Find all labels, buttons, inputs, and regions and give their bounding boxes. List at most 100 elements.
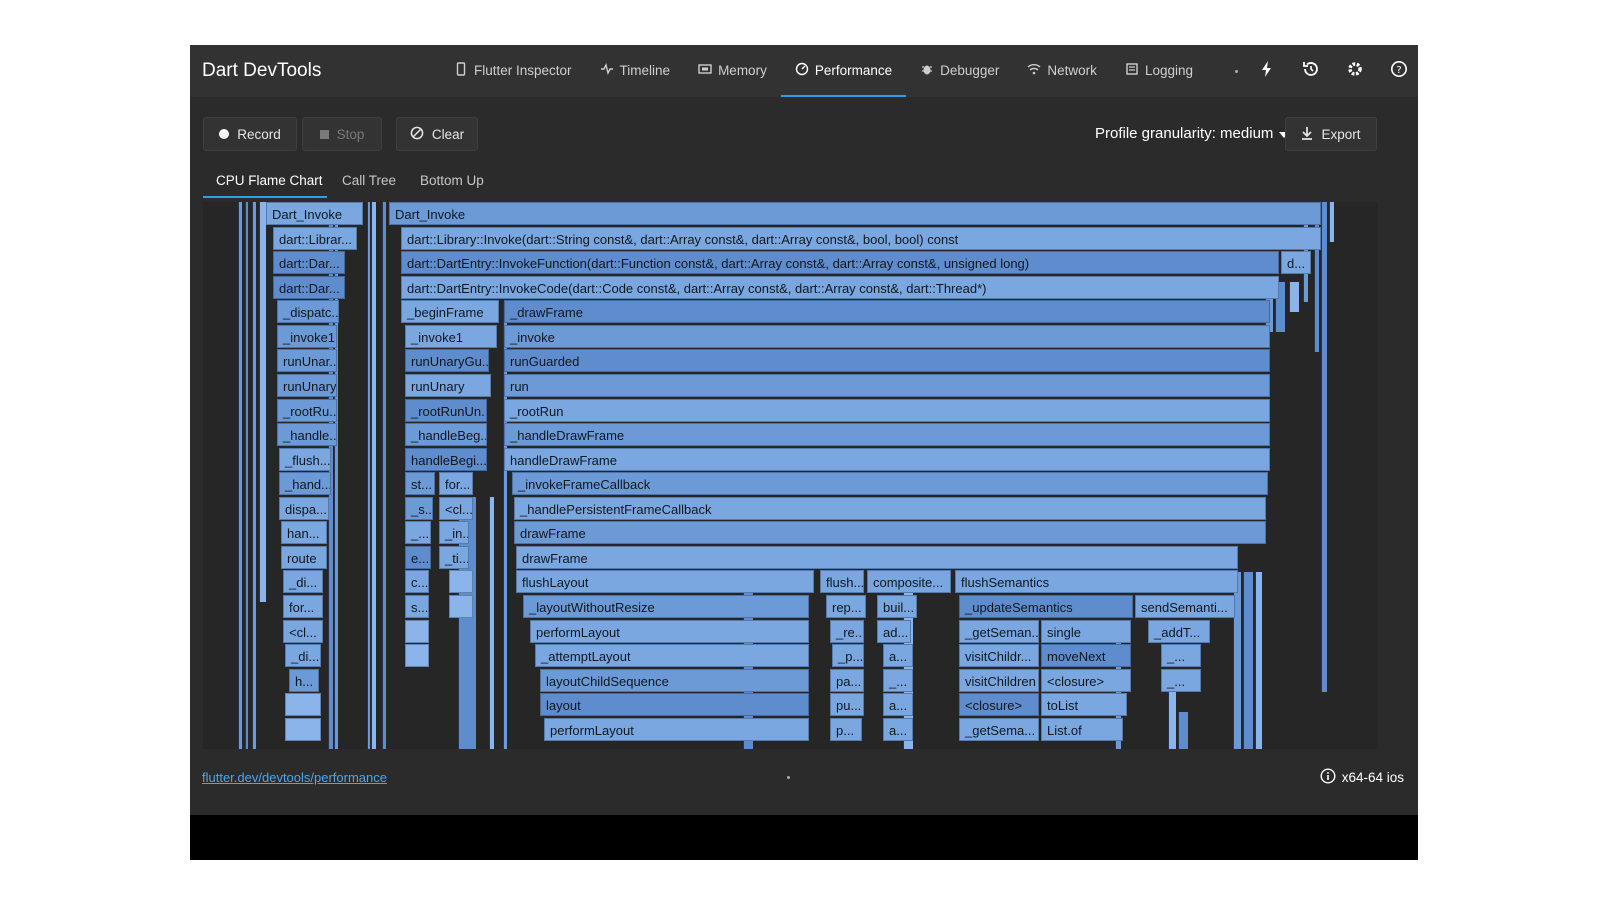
flame-frame[interactable]: dart::DartEntry::InvokeFunction(dart::Fu… <box>401 251 1279 274</box>
flame-frame[interactable]: single <box>1041 620 1131 643</box>
flame-frame[interactable]: dart::Dar... <box>273 251 345 274</box>
flame-frame[interactable]: e... <box>405 546 431 569</box>
flame-frame[interactable]: <cl... <box>283 620 323 643</box>
gear-icon[interactable] <box>1346 60 1364 83</box>
flame-frame[interactable]: a... <box>883 693 913 716</box>
stop-button[interactable]: Stop <box>302 117 382 151</box>
record-button[interactable]: Record <box>203 117 297 151</box>
flame-frame[interactable]: _invoke1 <box>277 325 337 348</box>
flame-frame[interactable]: buil... <box>877 595 917 618</box>
flame-frame[interactable]: d... <box>1281 251 1311 274</box>
flame-frame[interactable] <box>405 620 429 643</box>
flame-frame[interactable]: <cl... <box>439 497 473 520</box>
flame-frame[interactable]: p... <box>830 718 862 741</box>
flame-frame[interactable]: _drawFrame <box>504 300 1270 323</box>
tab-flutter-inspector[interactable]: Flutter Inspector <box>440 45 586 95</box>
flame-frame[interactable]: <closure> <box>959 693 1039 716</box>
flame-frame[interactable]: drawFrame <box>516 546 1238 569</box>
flame-frame[interactable]: han... <box>281 521 327 544</box>
flame-frame[interactable]: a... <box>883 718 913 741</box>
flame-frame[interactable]: _in... <box>439 521 469 544</box>
flame-frame[interactable]: flushLayout <box>516 570 814 593</box>
flame-frame[interactable]: for... <box>283 595 323 618</box>
tab-timeline[interactable]: Timeline <box>586 45 685 95</box>
flame-frame[interactable]: _getSeman... <box>959 620 1039 643</box>
flame-frame[interactable]: _rootRu... <box>277 399 337 422</box>
flame-frame[interactable]: _rootRun <box>504 399 1270 422</box>
flame-frame[interactable]: toList <box>1041 693 1127 716</box>
flame-frame[interactable]: s... <box>405 595 429 618</box>
profile-granularity-dropdown[interactable]: Profile granularity: medium <box>1095 125 1290 142</box>
flame-frame[interactable]: layout <box>540 693 809 716</box>
flame-frame[interactable] <box>285 693 321 716</box>
flame-frame[interactable]: _di... <box>285 644 321 667</box>
flame-frame[interactable]: _... <box>883 669 913 692</box>
bolt-icon[interactable] <box>1258 60 1276 83</box>
flame-frame[interactable]: _handleDrawFrame <box>504 423 1270 446</box>
flame-frame[interactable]: _dispatc... <box>277 300 339 323</box>
info-icon[interactable] <box>1320 768 1336 787</box>
flame-frame[interactable]: dart::Dar... <box>273 276 345 299</box>
tab-cpu-flame-chart[interactable]: CPU Flame Chart <box>216 173 323 188</box>
flame-frame[interactable]: _... <box>1161 669 1201 692</box>
export-button[interactable]: Export <box>1285 117 1377 151</box>
flame-frame[interactable]: _handlePersistentFrameCallback <box>514 497 1266 520</box>
flame-frame[interactable]: _attemptLayout <box>535 644 809 667</box>
flame-frame[interactable]: pa... <box>830 669 864 692</box>
flame-frame[interactable]: _di... <box>283 570 323 593</box>
flame-frame[interactable]: runUnar... <box>277 349 337 372</box>
flame-frame[interactable]: _invoke1 <box>405 325 497 348</box>
flame-frame[interactable]: dart::Library::Invoke(dart::String const… <box>401 227 1321 250</box>
tab-debugger[interactable]: Debugger <box>906 45 1013 95</box>
flame-frame[interactable]: dart::DartEntry::InvokeCode(dart::Code c… <box>401 276 1279 299</box>
flame-frame[interactable] <box>449 595 473 618</box>
tab-logging[interactable]: Logging <box>1111 45 1207 95</box>
flame-frame[interactable]: for... <box>439 472 473 495</box>
tab-memory[interactable]: Memory <box>684 45 781 95</box>
flame-frame[interactable]: _flush... <box>279 448 331 471</box>
flame-frame[interactable]: sendSemanti... <box>1135 595 1235 618</box>
flame-frame[interactable]: _hand... <box>279 472 331 495</box>
flame-frame[interactable]: _... <box>1161 644 1201 667</box>
flame-frame[interactable]: pu... <box>830 693 864 716</box>
flame-frame[interactable]: a... <box>883 644 913 667</box>
flame-frame[interactable]: handleDrawFrame <box>504 448 1270 471</box>
tab-network[interactable]: Network <box>1013 45 1111 95</box>
flame-frame[interactable]: route <box>281 546 327 569</box>
flame-frame[interactable]: _invokeFrameCallback <box>512 472 1268 495</box>
flame-frame[interactable]: c... <box>405 570 429 593</box>
flame-frame[interactable]: List.of <box>1041 718 1123 741</box>
clear-button[interactable]: Clear <box>396 117 478 151</box>
flame-frame[interactable]: _handle... <box>277 423 337 446</box>
flame-frame[interactable]: _invoke <box>504 325 1270 348</box>
tab-performance[interactable]: Performance <box>780 45 907 97</box>
flame-frame[interactable]: _s... <box>405 497 433 520</box>
flame-frame[interactable]: st... <box>405 472 435 495</box>
flame-frame[interactable] <box>449 570 473 593</box>
flame-frame[interactable]: runGuarded <box>504 349 1270 372</box>
flame-frame[interactable] <box>285 718 321 741</box>
history-icon[interactable] <box>1302 60 1320 83</box>
flame-frame[interactable]: runUnary <box>277 374 337 397</box>
flame-frame[interactable]: layoutChildSequence <box>540 669 809 692</box>
flame-frame[interactable]: visitChildren <box>959 669 1039 692</box>
flame-frame[interactable]: handleBegi... <box>405 448 487 471</box>
flame-frame[interactable]: performLayout <box>544 718 809 741</box>
flame-frame[interactable]: <closure> <box>1041 669 1131 692</box>
flame-frame[interactable]: _updateSemantics <box>959 595 1133 618</box>
flame-frame[interactable]: rep... <box>826 595 866 618</box>
flame-frame[interactable]: _ti... <box>439 546 469 569</box>
flame-frame[interactable]: runUnaryGu... <box>405 349 489 372</box>
flame-frame[interactable]: performLayout <box>530 620 809 643</box>
devtools-docs-link[interactable]: flutter.dev/devtools/performance <box>202 770 387 785</box>
flame-frame[interactable]: visitChildr... <box>959 644 1039 667</box>
tab-call-tree[interactable]: Call Tree <box>342 173 396 188</box>
flame-frame[interactable]: run <box>504 374 1270 397</box>
flame-frame[interactable]: _handleBeg... <box>405 423 487 446</box>
flame-frame[interactable]: _rootRunUn... <box>405 399 487 422</box>
flame-frame[interactable]: ad... <box>877 620 911 643</box>
help-icon[interactable]: ? <box>1390 60 1408 83</box>
flame-frame[interactable]: _re... <box>830 620 864 643</box>
flame-frame[interactable]: flushSemantics <box>955 570 1238 593</box>
flame-frame[interactable]: Dart_Invoke <box>266 202 363 225</box>
